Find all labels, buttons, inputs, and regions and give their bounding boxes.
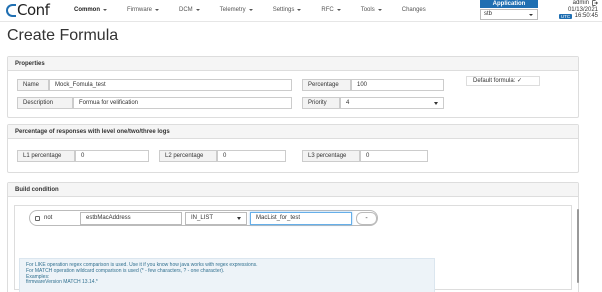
nav-item-tools[interactable]: Tools — [361, 7, 382, 13]
checkmark-icon: ✓ — [517, 78, 523, 84]
utc-badge: UTC — [559, 13, 572, 19]
percentage-label: Percentage — [302, 79, 351, 91]
nav-label: DCM — [179, 7, 193, 13]
percentage-heading: Percentage of responses with level one/t… — [8, 125, 578, 139]
l1-percentage-input[interactable]: 0 — [75, 150, 149, 162]
nav-label: RFC — [321, 7, 334, 13]
chevron-down-icon — [297, 9, 302, 11]
help-info-box: For LIKE operation regex comparison is u… — [19, 258, 435, 292]
help-line-example-1: firmwareVersion MATCH 13.14.* — [26, 279, 98, 286]
app-logo[interactable]: Conf — [6, 1, 50, 19]
nav-label: Tools — [360, 7, 375, 13]
application-selector: Application stb — [480, 0, 538, 20]
condition-scrollbar[interactable] — [577, 209, 579, 283]
nav-label: Telemetry — [219, 7, 246, 13]
remove-condition-button[interactable]: - — [356, 212, 377, 225]
application-title: Application — [480, 0, 538, 8]
current-time: 16:50:45 — [574, 13, 598, 19]
top-navbar: Conf Common Firmware DCM Telemetry Setti… — [0, 0, 602, 22]
operation-value: IN_LIST — [191, 215, 214, 221]
nav-label: Firmware — [127, 7, 152, 13]
priority-label: Priority — [302, 97, 340, 109]
nav-item-firmware[interactable]: Firmware — [127, 7, 159, 13]
nav-item-rfc[interactable]: RFC — [321, 7, 341, 13]
nav-item-common[interactable]: Common — [74, 7, 107, 13]
priority-value: 4 — [346, 100, 350, 106]
chevron-down-icon — [434, 102, 438, 105]
nav-item-changes[interactable]: Changes — [402, 7, 426, 13]
nav-item-dcm[interactable]: DCM — [179, 7, 200, 13]
main-nav: Common Firmware DCM Telemetry Settings R… — [74, 0, 446, 20]
condition-operation-select[interactable]: IN_LIST — [185, 212, 247, 225]
l3-percentage-label: L3 percentage — [302, 150, 360, 162]
chevron-down-icon — [248, 9, 253, 11]
properties-panel: Properties Name Mock_Fomula_test Descrip… — [7, 56, 579, 118]
not-label: not — [44, 215, 53, 221]
nav-item-telemetry[interactable]: Telemetry — [220, 7, 253, 13]
nav-item-settings[interactable]: Settings — [273, 7, 302, 13]
priority-select[interactable]: 4 — [340, 97, 444, 109]
percentage-panel: Percentage of responses with level one/t… — [7, 124, 579, 173]
nav-label: Common — [74, 7, 100, 13]
chevron-down-icon — [195, 9, 200, 11]
percentage-input[interactable]: 100 — [351, 79, 444, 91]
condition-key-input[interactable]: estbMacAddress — [80, 212, 182, 225]
chevron-down-icon — [237, 217, 241, 220]
description-input[interactable]: Formua for velification — [73, 97, 292, 109]
nav-label: Settings — [272, 7, 295, 13]
name-input[interactable]: Mock_Fomula_test — [49, 79, 292, 91]
logo-text: Conf — [17, 1, 50, 19]
condition-value-input[interactable]: MacList_for_test — [250, 212, 352, 225]
chevron-down-icon — [155, 9, 159, 11]
l1-percentage-label: L1 percentage — [17, 150, 75, 162]
properties-heading: Properties — [8, 57, 578, 71]
chevron-down-icon — [103, 9, 107, 11]
logo-mark-icon — [6, 3, 16, 17]
nav-label: Changes — [401, 7, 426, 13]
l3-percentage-input[interactable]: 0 — [360, 150, 428, 162]
condition-row: not estbMacAddress IN_LIST MacList_for_t… — [29, 210, 378, 226]
l2-percentage-label: L2 percentage — [159, 150, 217, 162]
build-condition-panel: Build condition not estbMacAddress IN_LI… — [7, 182, 579, 292]
description-label: Description — [17, 97, 73, 109]
chevron-down-icon — [377, 9, 382, 11]
not-checkbox[interactable] — [35, 216, 40, 221]
chevron-down-icon — [336, 9, 341, 11]
application-value: stb — [484, 11, 493, 17]
user-info: admin 01/13/2021 UTC 16:50:45 — [536, 0, 598, 20]
build-condition-heading: Build condition — [8, 183, 578, 197]
default-formula-toggle[interactable]: Default formula: ✓ — [466, 76, 540, 86]
application-select[interactable]: stb — [480, 9, 538, 20]
chevron-down-icon — [529, 14, 533, 16]
name-label: Name — [17, 79, 49, 91]
default-formula-label: Default formula: — [473, 78, 516, 84]
page-title: Create Formula — [7, 27, 119, 44]
logout-icon[interactable] — [592, 0, 598, 7]
l2-percentage-input[interactable]: 0 — [217, 150, 286, 162]
